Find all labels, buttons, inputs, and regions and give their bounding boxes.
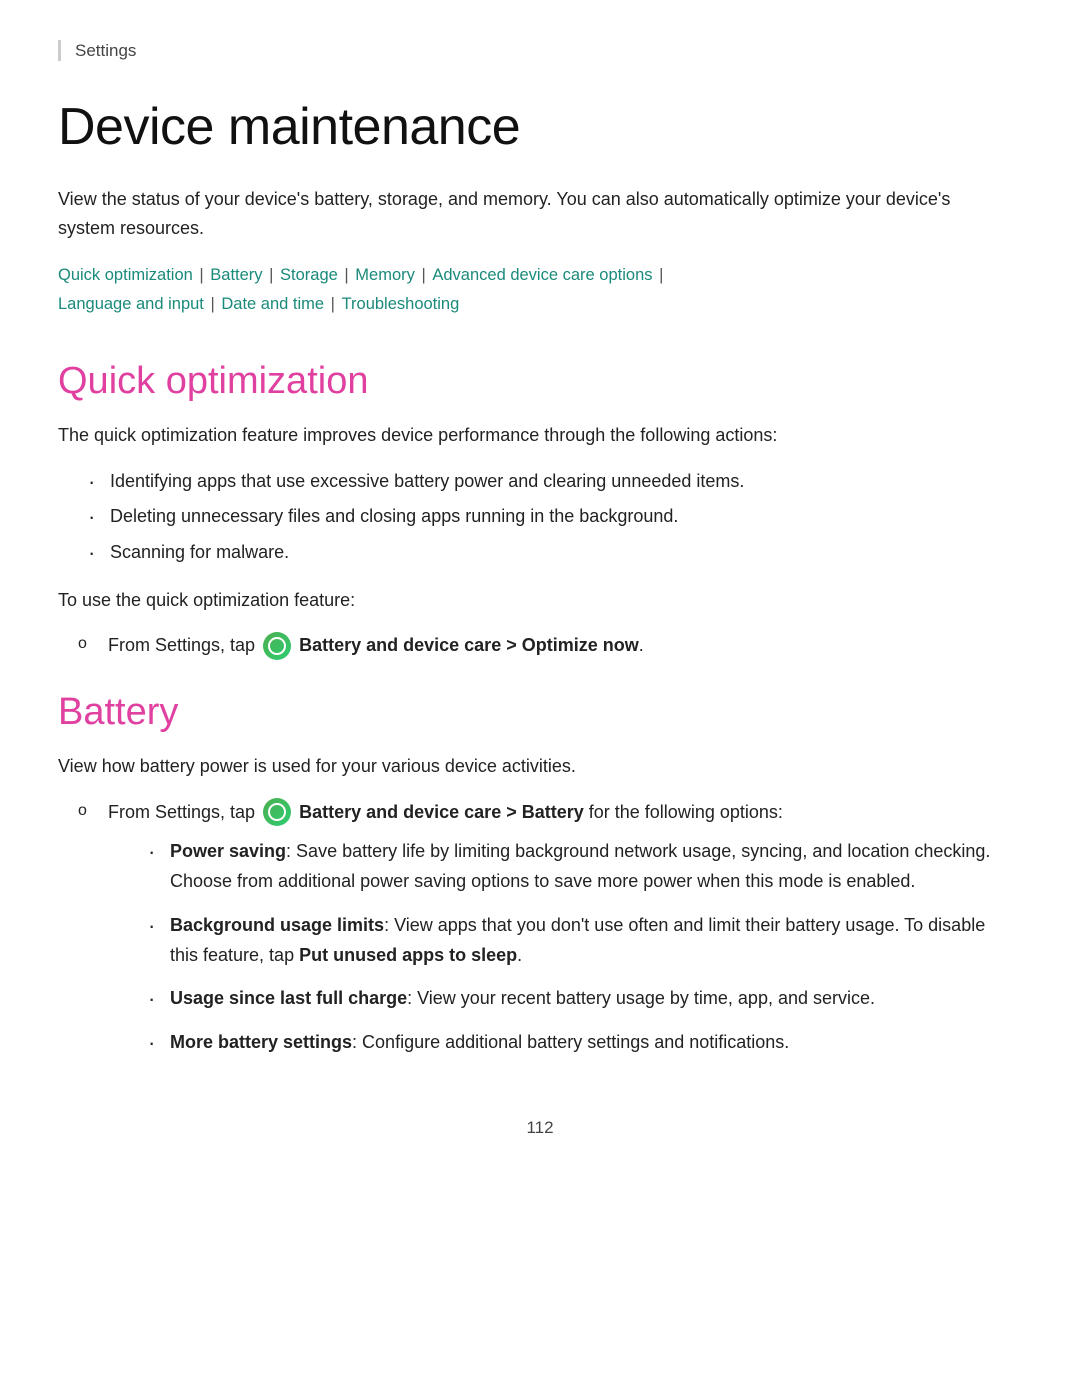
battery-steps: From Settings, tap Battery and device ca… [78, 798, 1022, 1058]
battery-option-background-limits: Background usage limits: View apps that … [148, 911, 1018, 970]
battery-step-bold: Battery and device care > Battery [299, 802, 584, 822]
option-label: Usage since last full charge [170, 988, 407, 1008]
quick-optimization-steps: From Settings, tap Battery and device ca… [78, 631, 1022, 661]
battery-title: Battery [58, 691, 1022, 734]
quick-optimization-title: Quick optimization [58, 360, 1022, 403]
nav-link-troubleshooting[interactable]: Troubleshooting [342, 295, 460, 313]
step-item: From Settings, tap Battery and device ca… [78, 631, 1018, 661]
nav-links: Quick optimization | Battery | Storage |… [58, 261, 1022, 320]
breadcrumb: Settings [58, 40, 1022, 61]
page-title: Device maintenance [58, 97, 1022, 157]
quick-optimization-bullets: Identifying apps that use excessive batt… [88, 467, 1022, 568]
nav-link-advanced[interactable]: Advanced device care options [432, 266, 652, 284]
option-label: Background usage limits [170, 915, 384, 935]
page-number: 112 [58, 1118, 1022, 1138]
quick-optimization-section: Quick optimization The quick optimizatio… [58, 360, 1022, 661]
bullet-item: Deleting unnecessary files and closing a… [88, 502, 1018, 532]
nav-link-storage[interactable]: Storage [280, 266, 338, 284]
step-prefix: From Settings, tap [108, 635, 255, 655]
battery-step-item: From Settings, tap Battery and device ca… [78, 798, 1018, 1058]
battery-option-power-saving: Power saving: Save battery life by limit… [148, 837, 1018, 896]
quick-optimization-intro: The quick optimization feature improves … [58, 421, 1018, 451]
page-intro: View the status of your device's battery… [58, 185, 998, 243]
nav-link-battery[interactable]: Battery [210, 266, 262, 284]
breadcrumb-label: Settings [75, 41, 136, 60]
battery-settings-icon [263, 798, 291, 826]
battery-options-list: Power saving: Save battery life by limit… [148, 837, 1018, 1057]
battery-intro: View how battery power is used for your … [58, 752, 1018, 782]
step-bold-text: Battery and device care > Optimize now [299, 635, 639, 655]
nav-link-quick-optimization[interactable]: Quick optimization [58, 266, 193, 284]
battery-section: Battery View how battery power is used f… [58, 691, 1022, 1058]
option-text: : View your recent battery usage by time… [407, 988, 875, 1008]
nav-link-language[interactable]: Language and input [58, 295, 204, 313]
option-text: : Save battery life by limiting backgrou… [170, 841, 990, 891]
nav-link-memory[interactable]: Memory [355, 266, 415, 284]
nav-link-date[interactable]: Date and time [221, 295, 324, 313]
option-text: : Configure additional battery settings … [352, 1032, 789, 1052]
battery-step-prefix: From Settings, tap [108, 802, 255, 822]
bullet-item: Identifying apps that use excessive batt… [88, 467, 1018, 497]
option-label: More battery settings [170, 1032, 352, 1052]
step-intro-text: To use the quick optimization feature: [58, 586, 1018, 616]
option-bold2: Put unused apps to sleep [299, 945, 517, 965]
option-label: Power saving [170, 841, 286, 861]
battery-option-more-settings: More battery settings: Configure additio… [148, 1028, 1018, 1058]
settings-icon [263, 632, 291, 660]
bullet-item: Scanning for malware. [88, 538, 1018, 568]
battery-option-usage-charge: Usage since last full charge: View your … [148, 984, 1018, 1014]
